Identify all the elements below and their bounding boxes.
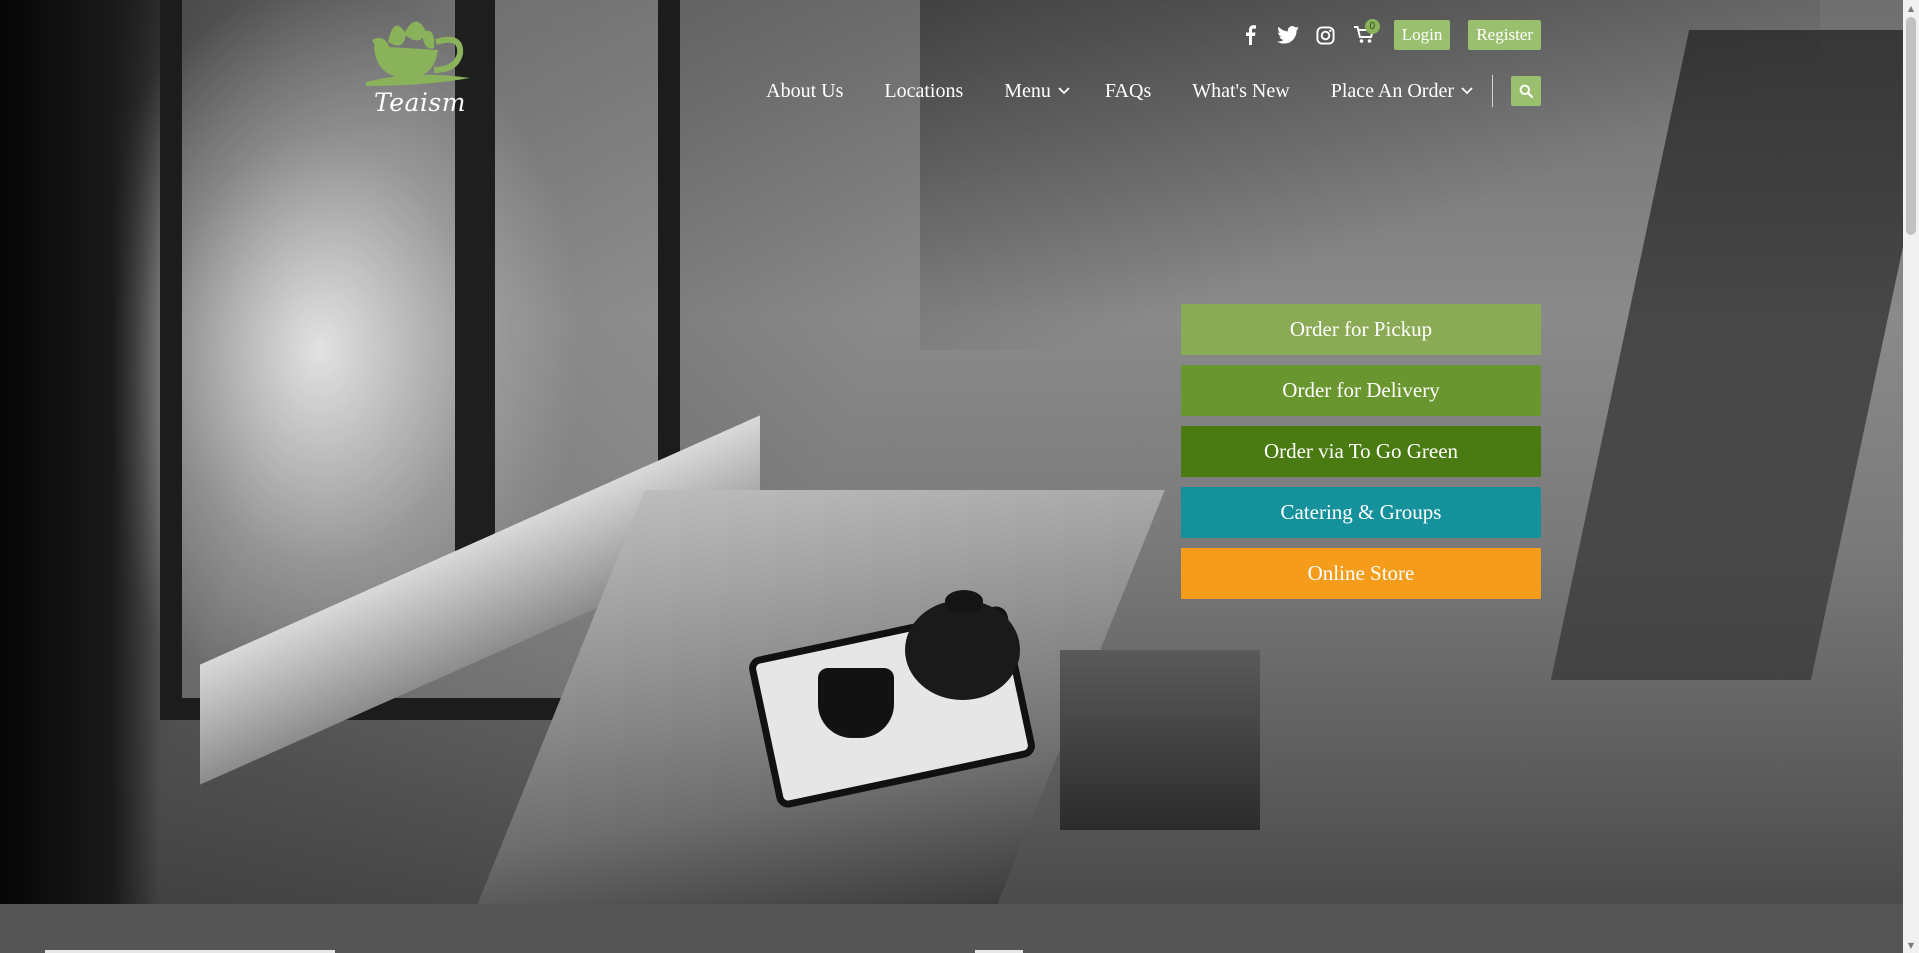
scroll-up-arrow-icon[interactable]: ▲ [1903, 0, 1919, 16]
main-nav: About Us Locations Menu FAQs What's New … [766, 74, 1541, 108]
teacup-lotus-icon [366, 21, 470, 86]
nav-item-label: Menu [1004, 79, 1051, 102]
nav-item-label: About Us [766, 79, 844, 102]
catering-groups-button[interactable]: Catering & Groups [1181, 487, 1541, 538]
hero-teapot-lid [945, 590, 983, 612]
footer-band [0, 904, 1903, 953]
site-logo[interactable]: Teaism [364, 12, 474, 120]
order-pickup-button[interactable]: Order for Pickup [1181, 304, 1541, 355]
chevron-down-icon [1058, 87, 1070, 95]
chevron-down-icon [1461, 87, 1473, 95]
page-scrollbar[interactable]: ▲ ▼ [1903, 0, 1919, 953]
nav-item-about-us[interactable]: About Us [766, 80, 843, 103]
hero-teacup [818, 668, 894, 738]
order-to-go-green-button[interactable]: Order via To Go Green [1181, 426, 1541, 477]
order-delivery-button[interactable]: Order for Delivery [1181, 365, 1541, 416]
cart-count-badge: 0 [1364, 19, 1380, 34]
nav-item-place-an-order[interactable]: Place An Order [1331, 80, 1474, 103]
login-button[interactable]: Login [1393, 20, 1451, 50]
online-store-button[interactable]: Online Store [1181, 548, 1541, 599]
topbar: 0 Login Register [1238, 19, 1541, 50]
search-button[interactable] [1511, 76, 1541, 106]
nav-item-label: Locations [884, 79, 964, 102]
nav-item-label: What's New [1192, 79, 1290, 102]
viewport: Teaism 0 Login Register About Us Locatio… [0, 0, 1903, 953]
nav-item-whats-new[interactable]: What's New [1192, 80, 1289, 103]
instagram-icon[interactable] [1314, 23, 1338, 47]
hero-bench [1060, 650, 1260, 830]
cart-button[interactable]: 0 [1352, 19, 1380, 47]
hero-image [0, 0, 1903, 910]
nav-item-label: FAQs [1104, 79, 1152, 102]
register-button[interactable]: Register [1468, 20, 1541, 50]
nav-item-menu[interactable]: Menu [1004, 80, 1071, 103]
scroll-thumb[interactable] [1906, 17, 1916, 235]
hero-shadow-left [0, 0, 160, 904]
nav-divider [1492, 75, 1493, 107]
hero-teapot [905, 600, 1020, 700]
nav-item-locations[interactable]: Locations [884, 80, 963, 103]
logo-text: Teaism [374, 88, 466, 117]
nav-item-label: Place An Order [1330, 79, 1454, 102]
twitter-icon[interactable] [1276, 23, 1300, 47]
search-icon [1519, 84, 1533, 98]
scroll-down-arrow-icon[interactable]: ▼ [1903, 937, 1919, 953]
order-actions: Order for Pickup Order for Delivery Orde… [1181, 304, 1541, 609]
nav-item-faqs[interactable]: FAQs [1105, 80, 1151, 103]
facebook-icon[interactable] [1238, 23, 1262, 47]
